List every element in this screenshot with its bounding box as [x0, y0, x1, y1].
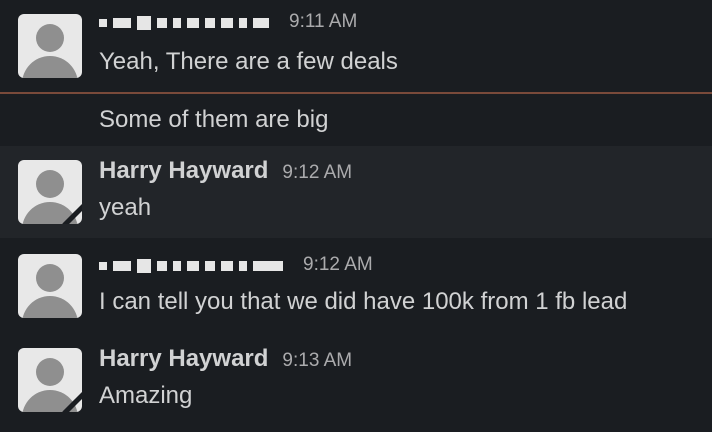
- message-text: I can tell you that we did have 100k fro…: [99, 288, 628, 315]
- default-avatar-icon[interactable]: [18, 14, 82, 78]
- message-2[interactable]: Some of them are big: [0, 94, 712, 146]
- message-text: Some of them are big: [99, 106, 329, 133]
- message-timestamp[interactable]: 9:13 AM: [282, 350, 352, 372]
- message-header: Harry Hayward 9:12 AM: [99, 157, 352, 185]
- message-timestamp[interactable]: 9:12 AM: [282, 162, 352, 184]
- message-1[interactable]: 9:11 AM Yeah, There are a few deals: [0, 0, 712, 92]
- message-text: Amazing: [99, 382, 193, 409]
- default-avatar-icon[interactable]: [18, 160, 82, 224]
- author-name[interactable]: Harry Hayward: [99, 157, 268, 185]
- message-3[interactable]: Harry Hayward 9:12 AM yeah: [0, 146, 712, 238]
- message-4[interactable]: 9:12 AM I can tell you that we did have …: [0, 240, 712, 332]
- default-avatar-icon[interactable]: [18, 348, 82, 412]
- message-timestamp[interactable]: 9:12 AM: [303, 254, 373, 276]
- redacted-author-name: [99, 13, 269, 33]
- redacted-author-name: [99, 256, 283, 276]
- message-header: Harry Hayward 9:13 AM: [99, 345, 352, 373]
- message-5[interactable]: Harry Hayward 9:13 AM Amazing: [0, 334, 712, 432]
- message-text: Yeah, There are a few deals: [99, 48, 398, 75]
- message-header: 9:12 AM: [99, 254, 373, 280]
- message-timestamp[interactable]: 9:11 AM: [289, 11, 357, 33]
- default-avatar-icon[interactable]: [18, 254, 82, 318]
- message-text: yeah: [99, 194, 152, 221]
- author-name[interactable]: Harry Hayward: [99, 345, 268, 373]
- message-header: 9:11 AM: [99, 11, 357, 37]
